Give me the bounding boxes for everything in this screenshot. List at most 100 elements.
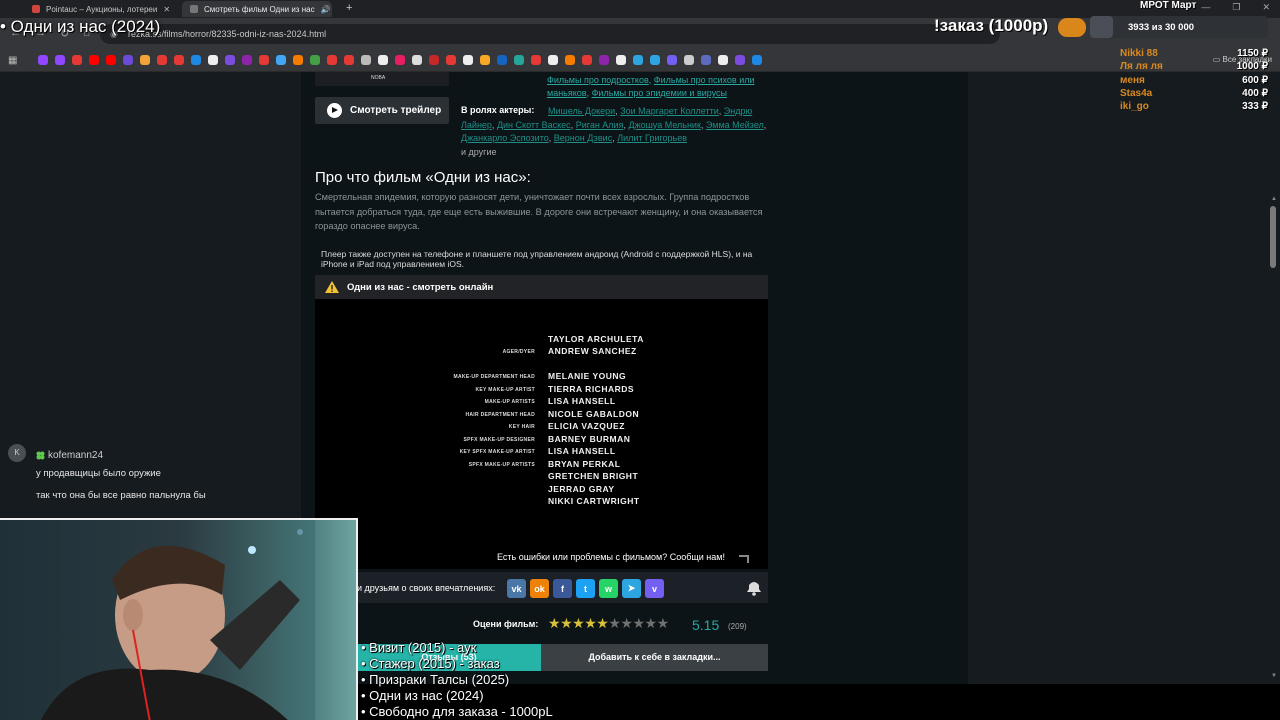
rating-star-icon[interactable]: ★	[620, 615, 633, 631]
vk-share-icon[interactable]: vk	[507, 579, 526, 598]
speaker-icon[interactable]: 🔊	[321, 5, 331, 14]
credit-line: KEY HAIR ELICIA VAZQUEZ	[508, 421, 625, 431]
bookmark-icon[interactable]	[616, 55, 626, 65]
bookmark-icon[interactable]	[514, 55, 524, 65]
notification-bell-icon[interactable]	[744, 578, 764, 596]
rating-star-icon[interactable]: ★	[596, 615, 609, 631]
whatsapp-share-icon[interactable]: w	[599, 579, 618, 598]
rating-star-icon[interactable]: ★	[548, 615, 561, 631]
address-bar[interactable]: ◉ rezka.ss/films/horror/82335-odni-iz-na…	[100, 24, 1000, 44]
bookmark-icon[interactable]	[361, 55, 371, 65]
tab-rezka[interactable]: Смотреть фильм Одни из нас 🔊 ✕	[182, 1, 332, 17]
telegram-bookmark-icon[interactable]	[650, 55, 660, 65]
bookmark-icon[interactable]	[327, 55, 337, 65]
mail-bookmark-icon[interactable]	[140, 55, 150, 65]
rating-star-icon[interactable]: ★	[560, 615, 573, 631]
bookmark-icon[interactable]	[582, 55, 592, 65]
bookmark-icon[interactable]	[599, 55, 609, 65]
facebook-share-icon[interactable]: f	[553, 579, 572, 598]
bookmark-icon[interactable]	[157, 55, 167, 65]
bookmark-icon[interactable]	[344, 55, 354, 65]
actor-link[interactable]: Вернон Дэвис	[554, 133, 612, 143]
bookmark-icon[interactable]	[191, 55, 201, 65]
actor-link[interactable]: Эмма Мейзел	[706, 120, 764, 130]
genre-link[interactable]: Фильмы про подростков	[547, 75, 649, 85]
queue-item: • Свободно для заказа - 1000рL	[361, 704, 553, 719]
minimize-icon[interactable]: —	[1201, 2, 1210, 13]
bookmark-icon[interactable]	[701, 55, 711, 65]
viber-bookmark-icon[interactable]	[667, 55, 677, 65]
youtube-bookmark-icon[interactable]	[106, 55, 116, 65]
scroll-up-icon[interactable]: ▲	[1271, 196, 1277, 202]
rating-star-icon[interactable]: ★	[632, 615, 645, 631]
bookmark-icon[interactable]	[684, 55, 694, 65]
youtube-bookmark-icon[interactable]	[89, 55, 99, 65]
report-problem-link[interactable]: Есть ошибки или проблемы с фильмом? Сооб…	[497, 552, 725, 562]
apps-grid-icon[interactable]: ▦	[8, 55, 17, 66]
close-icon[interactable]: ✕	[163, 5, 170, 14]
bookmark-icon[interactable]	[378, 55, 388, 65]
bookmark-icon[interactable]	[718, 55, 728, 65]
credit-line: KEY SPFX MAKE-UP ARTIST LISA HANSELL	[459, 446, 616, 456]
actor-link[interactable]: Лилит Григорьев	[617, 133, 687, 143]
film-queue-overlay: • Визит (2015) - аук • Стажер (2015) - з…	[361, 640, 553, 720]
actor-link[interactable]: Мишель Докери	[548, 106, 615, 116]
video-player[interactable]: TAYLOR ARCHULETA AGER/DYER ANDREW SANCHEZ…	[315, 299, 768, 569]
twitch-bookmark-icon[interactable]	[55, 55, 65, 65]
bookmark-icon[interactable]	[242, 55, 252, 65]
rating-stars[interactable]: ★★★★★★★★★★	[548, 615, 669, 632]
twitch-bookmark-icon[interactable]	[38, 55, 48, 65]
rating-star-icon[interactable]: ★	[572, 615, 585, 631]
rating-star-icon[interactable]: ★	[584, 615, 597, 631]
warning-icon	[325, 281, 339, 293]
scrollbar-thumb[interactable]	[1270, 206, 1276, 268]
restore-icon[interactable]: ❐	[1232, 2, 1240, 13]
bookmark-icon[interactable]	[225, 55, 235, 65]
bookmark-icon[interactable]	[412, 55, 422, 65]
telegram-bookmark-icon[interactable]	[633, 55, 643, 65]
telegram-share-icon[interactable]: ➤	[622, 579, 641, 598]
twitter-share-icon[interactable]: t	[576, 579, 595, 598]
viber-share-icon[interactable]: v	[645, 579, 664, 598]
credit-line: MAKE-UP DEPARTMENT HEAD MELANIE YOUNG	[453, 371, 627, 381]
bookmark-icon[interactable]	[259, 55, 269, 65]
bookmark-icon[interactable]	[463, 55, 473, 65]
actor-link[interactable]: Зои Маргарет Коллетти	[620, 106, 719, 116]
queue-item: • Призраки Талсы (2025)	[361, 672, 510, 687]
odnoklassniki-share-icon[interactable]: ok	[530, 579, 549, 598]
bookmark-icon[interactable]	[497, 55, 507, 65]
actor-link[interactable]: Риган Алия	[576, 120, 624, 130]
bookmark-icon[interactable]	[752, 55, 762, 65]
rating-star-icon[interactable]: ★	[657, 615, 670, 631]
rating-star-icon[interactable]: ★	[645, 615, 658, 631]
bookmark-icon[interactable]	[531, 55, 541, 65]
watch-trailer-button[interactable]: Смотреть трейлер	[315, 97, 449, 124]
order-pill	[1058, 18, 1086, 37]
add-bookmark-button[interactable]: Добавить к себе в закладки...	[541, 644, 768, 671]
bookmark-icon[interactable]	[395, 55, 405, 65]
bookmark-icon[interactable]	[72, 55, 82, 65]
new-tab-button[interactable]: +	[346, 2, 352, 14]
actor-link[interactable]: Джанкарло Эспозито	[461, 133, 549, 143]
rating-star-icon[interactable]: ★	[608, 615, 621, 631]
bookmark-icon[interactable]	[735, 55, 745, 65]
bookmark-icon[interactable]	[565, 55, 575, 65]
bookmark-icon[interactable]	[310, 55, 320, 65]
bookmark-icon[interactable]	[293, 55, 303, 65]
bookmark-icon[interactable]	[548, 55, 558, 65]
bookmark-icon[interactable]	[208, 55, 218, 65]
actor-link[interactable]: Джошуа Мельник	[628, 120, 700, 130]
scroll-down-icon[interactable]: ▼	[1271, 673, 1277, 679]
bookmark-icon[interactable]	[446, 55, 456, 65]
tab-title: Смотреть фильм Одни из нас	[204, 4, 315, 14]
genre-link[interactable]: Фильмы про эпидемии и вирусы	[592, 88, 727, 98]
share-label: и друзьям о своих впечатлениях:	[357, 583, 496, 593]
bookmark-icon[interactable]	[123, 55, 133, 65]
actor-link[interactable]: Дин Скотт Васкес	[497, 120, 571, 130]
bookmark-icon[interactable]	[480, 55, 490, 65]
bookmark-icon[interactable]	[276, 55, 286, 65]
tab-pointauc[interactable]: Pointauc – Аукционы, лотереи ✕	[24, 1, 174, 17]
bookmark-icon[interactable]	[429, 55, 439, 65]
bookmark-icon[interactable]	[174, 55, 184, 65]
close-window-icon[interactable]: ✕	[1262, 2, 1270, 13]
